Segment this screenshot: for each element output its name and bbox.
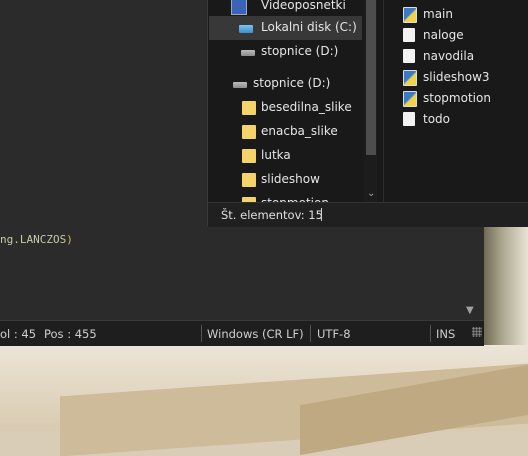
nav-item-label: slideshow (261, 172, 320, 186)
nav-item-drive-d[interactable]: stopnice (D:) (209, 40, 362, 64)
folder-icon (242, 173, 256, 187)
nav-item-label: stopnice (D:) (253, 76, 331, 90)
editor-scrollbar[interactable]: ▼ (462, 228, 480, 318)
text-file-icon (403, 49, 415, 63)
editor-statusbar: ol : 45 Pos : 455 Windows (CR LF) UTF-8 … (0, 320, 484, 346)
videos-icon (231, 0, 247, 15)
pane-divider[interactable] (383, 0, 384, 202)
nav-item-folder-enacba-slike[interactable]: enacba_slike (209, 120, 362, 144)
background-photo-edge (484, 222, 528, 345)
status-divider (310, 325, 311, 342)
line-ending-indicator[interactable]: Windows (CR LF) (207, 327, 304, 341)
nav-item-label: stopnice (D:) (261, 44, 339, 58)
file-explorer-window: Videoposnetki Lokalni disk (C:) stopnice… (207, 0, 528, 227)
nav-item-label: Videoposnetki (261, 0, 346, 12)
drive-icon (233, 82, 247, 88)
folder-icon (242, 149, 256, 163)
nav-item-label: besedilna_slike (261, 100, 352, 114)
python-file-icon (403, 7, 417, 23)
nav-item-folder-stopmotion[interactable]: stopmotion (209, 192, 362, 202)
item-count: Št. elementov: 15 (221, 208, 323, 222)
drive-icon (241, 50, 255, 56)
nav-item-folder-lutka[interactable]: lutka (209, 144, 362, 168)
text-file-icon (403, 112, 415, 126)
scroll-down-icon[interactable]: ▼ (466, 305, 474, 316)
nav-item-label: lutka (261, 148, 291, 162)
file-label: stopmotion (423, 91, 491, 105)
insert-mode-indicator[interactable]: INS (436, 327, 455, 341)
folder-icon (242, 101, 256, 115)
file-label: main (423, 7, 453, 21)
encoding-indicator[interactable]: UTF-8 (317, 327, 351, 341)
text-file-icon (403, 28, 415, 42)
file-label: todo (423, 112, 451, 126)
status-divider (201, 325, 202, 342)
code-line[interactable]: ng.LANCZOS) (0, 233, 73, 246)
nav-item-drive-d-root[interactable]: stopnice (D:) (209, 72, 362, 96)
file-list: main naloge navodila slideshow3 stopmoti… (398, 0, 528, 202)
nav-item-local-disk-c[interactable]: Lokalni disk (C:) (209, 16, 362, 40)
navigation-pane: Videoposnetki Lokalni disk (C:) stopnice… (208, 0, 378, 202)
folder-icon (242, 125, 256, 139)
nav-item-folder-slideshow[interactable]: slideshow (209, 168, 362, 192)
scrollbar-thumb[interactable] (366, 0, 376, 155)
file-label: navodila (423, 49, 475, 63)
status-divider (430, 325, 431, 342)
scroll-down-icon[interactable]: ⌄ (367, 188, 375, 199)
position-indicator: Pos : 455 (44, 327, 97, 341)
navigation-scrollbar[interactable]: ⌄ (364, 0, 378, 202)
nav-item-folder-besedilna-slike[interactable]: besedilna_slike (209, 96, 362, 120)
nav-item-label: enacba_slike (261, 124, 338, 138)
status-separator (321, 208, 322, 221)
file-label: naloge (423, 28, 464, 42)
column-indicator: ol : 45 (0, 327, 37, 341)
python-file-icon (403, 91, 417, 107)
explorer-statusbar: Št. elementov: 15 (208, 202, 528, 227)
nav-item-label: Lokalni disk (C:) (261, 20, 357, 34)
resize-grip-icon[interactable] (472, 327, 482, 337)
python-file-icon (403, 70, 417, 86)
file-label: slideshow3 (423, 70, 490, 84)
drive-c-icon (239, 25, 253, 33)
